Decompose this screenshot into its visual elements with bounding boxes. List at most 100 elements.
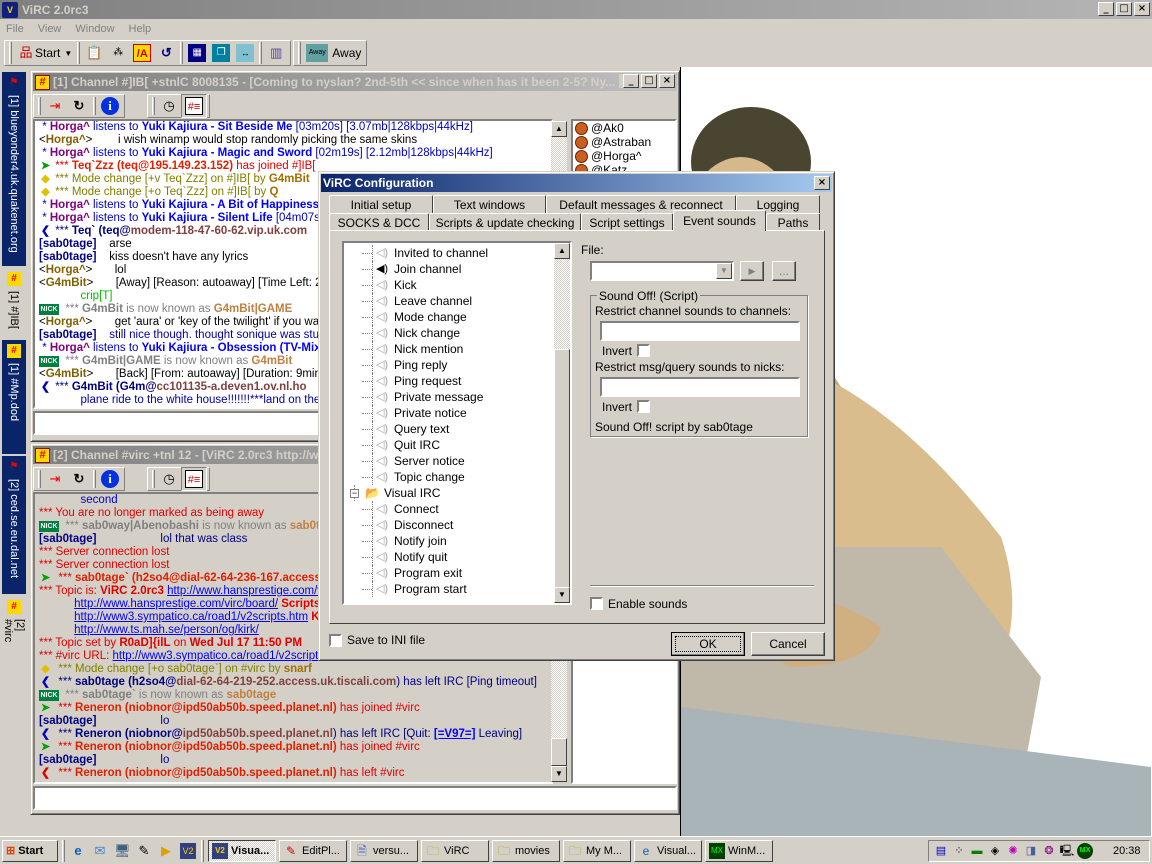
- tree-event-item[interactable]: ◁) Topic change: [344, 469, 570, 485]
- taskbar-button[interactable]: 🗀 ViRC: [421, 839, 489, 862]
- file-combo[interactable]: ▼: [590, 261, 734, 281]
- browse-button[interactable]: ...: [772, 261, 796, 281]
- tree-event-item[interactable]: ◁) Program exit: [344, 565, 570, 581]
- sidebar-tab-server-1[interactable]: ⚑ [1] blueyonder4.uk.quakenet.org: [2, 72, 26, 268]
- menu-file[interactable]: File: [6, 23, 24, 35]
- arrange-button[interactable]: ↔: [233, 41, 257, 65]
- restrict-channels-input[interactable]: [600, 321, 800, 341]
- menu-window[interactable]: Window: [75, 23, 114, 35]
- tray-disc-icon[interactable]: ❂: [1041, 843, 1057, 859]
- maximize-button[interactable]: □: [641, 74, 657, 88]
- menu-view[interactable]: View: [38, 23, 62, 35]
- tab-text-windows[interactable]: Text windows: [433, 195, 546, 213]
- url-link[interactable]: [=V97=]: [434, 728, 476, 741]
- close-button[interactable]: ×: [659, 74, 675, 88]
- tray-computer-icon[interactable]: 🖳: [1059, 843, 1075, 859]
- menu-help[interactable]: Help: [129, 23, 152, 35]
- scroll-up-button[interactable]: ▲: [551, 121, 567, 137]
- tree-event-item[interactable]: ◁) Nick mention: [344, 341, 570, 357]
- toolbar-grip[interactable]: [9, 42, 12, 64]
- tree-event-item[interactable]: ◁) Ping reply: [344, 357, 570, 373]
- invert-nicks-checkbox[interactable]: [637, 400, 650, 413]
- save-ini-checkbox[interactable]: [329, 634, 342, 647]
- rejoin-button[interactable]: ↻: [67, 94, 91, 118]
- chevron-down-icon[interactable]: ▼: [716, 263, 732, 279]
- tree-event-item[interactable]: ◁) Quit IRC: [344, 437, 570, 453]
- channel-window-titlebar[interactable]: # [1] Channel #]IB[ +stnlC 8008135 - [Co…: [33, 73, 677, 91]
- refresh-button[interactable]: ↺: [154, 41, 178, 65]
- close-button[interactable]: ×: [1134, 2, 1150, 16]
- tree-event-item[interactable]: ◁) Leave channel: [344, 293, 570, 309]
- tree-event-item[interactable]: ◁) Notify join: [344, 533, 570, 549]
- timestamp-button[interactable]: ◷: [157, 467, 181, 491]
- event-tree[interactable]: ◁) Invited to channel ◀) Join channel ◁) Kick…: [342, 241, 572, 605]
- chat-input[interactable]: [33, 786, 677, 810]
- server-tree-button[interactable]: ⁂: [106, 41, 130, 65]
- taskbar-button[interactable]: ✎ EditPl...: [279, 839, 347, 862]
- url-link[interactable]: http://www.hansprestige.com/virc/: [167, 585, 338, 598]
- taskbar-button[interactable]: V2 Visua...: [208, 839, 276, 862]
- tree-event-item[interactable]: ◁) Ping request: [344, 373, 570, 389]
- tray-winmx-icon[interactable]: MX: [1077, 843, 1093, 859]
- tab-scripts-update[interactable]: Scripts & update checking: [429, 213, 581, 231]
- tree-event-item[interactable]: ◁) Connect: [344, 501, 570, 517]
- scroll-down-button[interactable]: ▼: [551, 766, 567, 782]
- tab-paths[interactable]: Paths: [766, 213, 820, 231]
- away-button[interactable]: Away Away: [303, 41, 364, 65]
- tray-network-icon[interactable]: ▤: [933, 843, 949, 859]
- notepad-icon[interactable]: ✎: [136, 843, 152, 859]
- alias-button[interactable]: /A: [130, 41, 154, 65]
- sidebar-tab-channel-ib[interactable]: # [1] #]IB[: [2, 268, 26, 340]
- tree-event-item[interactable]: ◁) Private notice: [344, 405, 570, 421]
- scroll-thumb[interactable]: [551, 738, 567, 766]
- info-button[interactable]: i: [98, 94, 122, 118]
- cancel-button[interactable]: Cancel: [751, 632, 825, 656]
- enable-sounds-checkbox[interactable]: [590, 597, 603, 610]
- winamp-icon[interactable]: ▶: [158, 843, 174, 859]
- user-list-item[interactable]: @Astraban: [573, 135, 675, 149]
- ok-button[interactable]: OK: [671, 632, 745, 656]
- url-link[interactable]: http://www3.sympatico.ca/road1/v2scripts…: [74, 611, 308, 624]
- virc-app-icon[interactable]: V: [2, 1, 18, 18]
- tower-button[interactable]: ▥: [264, 41, 288, 65]
- outlook-icon[interactable]: ✉: [92, 843, 108, 859]
- tree-scrollbar[interactable]: ▲ ▼: [554, 243, 570, 603]
- tree-event-item[interactable]: ◁) Notify quit: [344, 549, 570, 565]
- sidebar-tab-channel-virc[interactable]: # [2] #virc: [2, 596, 26, 660]
- tab-event-sounds[interactable]: Event sounds: [673, 210, 766, 231]
- taskbar-button[interactable]: 🗀 My M...: [563, 839, 631, 862]
- invert-channels-checkbox[interactable]: [637, 344, 650, 357]
- tab-script-settings[interactable]: Script settings: [581, 213, 673, 231]
- taskbar-button[interactable]: 🗎 versu...: [350, 839, 418, 862]
- timestamp-button[interactable]: ◷: [157, 94, 181, 118]
- url-link[interactable]: http://www3.sympatico.ca/road1/v2scripts…: [113, 650, 347, 663]
- tray-monitor-icon[interactable]: ▬: [969, 843, 985, 859]
- sidebar-tab-server-2[interactable]: ⚑ [2] ced.se.eu.dal.net: [2, 456, 26, 596]
- url-link[interactable]: http://www.ts.mah.se/person/og/kirk/: [74, 624, 259, 637]
- user-list-item[interactable]: @Ak0: [573, 121, 675, 135]
- desktop-icon[interactable]: 🖥: [114, 843, 131, 859]
- virc-icon[interactable]: V2: [180, 842, 196, 859]
- minimize-button[interactable]: _: [623, 74, 639, 88]
- properties-button[interactable]: 📋: [82, 41, 106, 65]
- info-button[interactable]: i: [98, 467, 122, 491]
- tree-event-item[interactable]: ◁) Kick: [344, 277, 570, 293]
- tray-speaker-icon[interactable]: ◨: [1023, 843, 1039, 859]
- channel-props-button[interactable]: #≡: [181, 467, 207, 491]
- taskbar-button[interactable]: MX WinM...: [705, 839, 773, 862]
- tray-globe-icon[interactable]: ✺: [1005, 843, 1021, 859]
- tree-event-item[interactable]: ◀) Join channel: [344, 261, 570, 277]
- sidebar-tab-channel-mpdod[interactable]: # [1] #Mp.dod: [2, 340, 26, 456]
- tray-mouse-icon[interactable]: ⁘: [951, 843, 967, 859]
- tree-event-item[interactable]: ◁) Nick change: [344, 325, 570, 341]
- minimize-button[interactable]: _: [1098, 2, 1114, 16]
- channel-props-button[interactable]: #≡: [181, 94, 207, 118]
- dialog-titlebar[interactable]: ViRC Configuration ×: [321, 174, 832, 192]
- part-button[interactable]: ⇥: [43, 467, 67, 491]
- restrict-nicks-input[interactable]: [600, 377, 800, 397]
- tile-button[interactable]: ▦: [185, 41, 209, 65]
- tree-event-item[interactable]: ◁) Disconnect: [344, 517, 570, 533]
- tab-initial-setup[interactable]: Initial setup: [329, 195, 433, 213]
- start-menu-button[interactable]: 品 Start ▼: [14, 41, 75, 65]
- tree-event-item[interactable]: ◁) Program start: [344, 581, 570, 597]
